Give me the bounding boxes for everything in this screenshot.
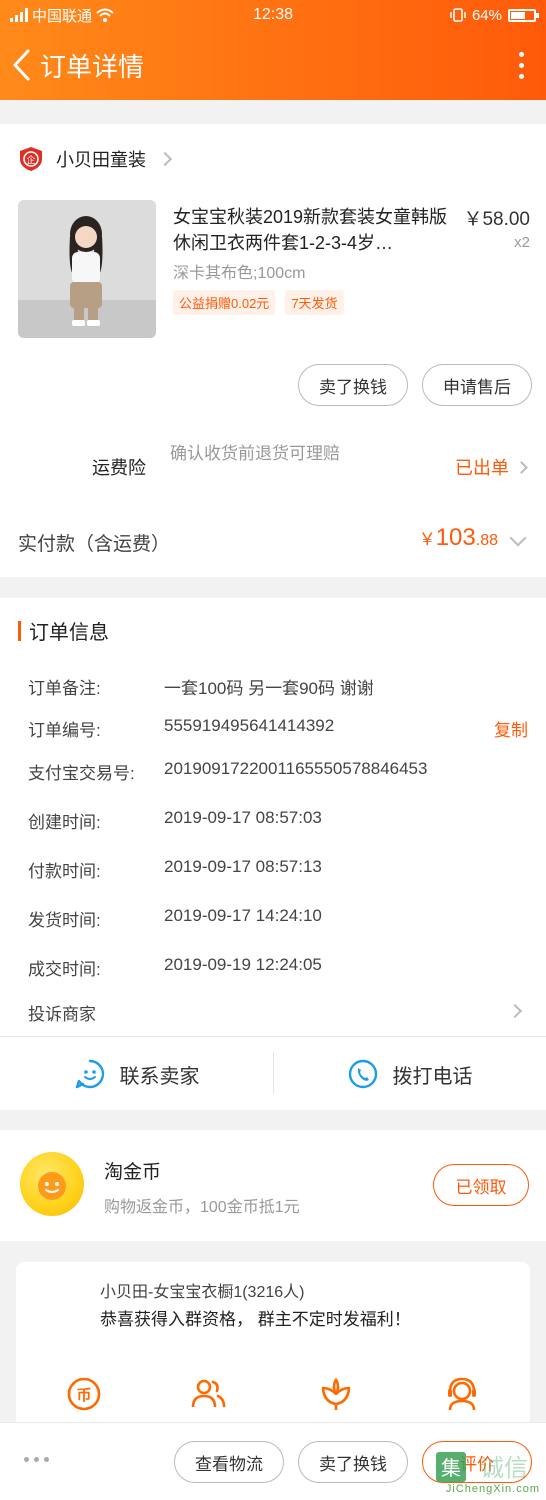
phone-icon — [348, 1059, 377, 1089]
chevron-down-icon[interactable] — [509, 529, 527, 547]
coins-desc: 购物返金币，100金币抵1元 — [104, 1199, 300, 1216]
product-title[interactable]: 女宝宝秋装2019新款套装女童韩版休闲卫衣两件套1-2-3-4岁… — [173, 204, 449, 256]
more-dots-icon[interactable] — [24, 1457, 49, 1462]
divider — [0, 1036, 546, 1037]
tag-shipping: 7天发货 — [285, 290, 344, 315]
product-quantity: x2 — [514, 234, 530, 251]
more-menu-icon[interactable] — [506, 45, 536, 85]
info-row-created: 创建时间: 2019-09-17 08:57:03 — [28, 808, 322, 832]
paid-amount: ￥103.88 — [418, 524, 498, 551]
svg-text:诚信: 诚信 — [480, 1454, 528, 1482]
page-title: 订单详情 — [40, 51, 145, 82]
svg-text:企: 企 — [26, 154, 35, 166]
product-sku: 深卡其布色;100cm — [173, 265, 306, 282]
coins-claimed-button[interactable]: 已领取 — [433, 1164, 529, 1206]
sell-for-cash-button[interactable]: 卖了换钱 — [298, 364, 408, 406]
product-tags: 公益捐赠0.02元 7天发货 — [173, 290, 344, 315]
view-logistics-button[interactable]: 查看物流 — [174, 1441, 284, 1483]
insurance-label: 运费险 — [92, 458, 146, 478]
chat-smile-icon — [75, 1059, 104, 1089]
copy-button[interactable]: 复制 — [494, 716, 528, 741]
after-sales-button[interactable]: 申请售后 — [422, 364, 532, 406]
people-icon[interactable] — [188, 1374, 228, 1414]
service-icon[interactable] — [442, 1374, 482, 1414]
watermark-text: JiChengXin.com — [445, 1483, 540, 1495]
flower-icon[interactable] — [316, 1374, 356, 1414]
status-time: 12:38 — [252, 6, 294, 23]
call-phone-label: 拨打电话 — [392, 1065, 473, 1088]
insurance-status-text: 已出单 — [455, 458, 509, 478]
info-row-remark: 订单备注: 一套100码 另一套90码 谢谢 — [28, 679, 374, 698]
paid-label: 实付款（含运费） — [18, 534, 171, 555]
group-name: 小贝田-女宝宝衣橱1(3216人) — [100, 1284, 305, 1301]
info-row-alipay-number: 支付宝交易号: 2019091722001165550578846453 — [28, 759, 428, 783]
insurance-desc: 确认收货前退货可理赔 — [170, 444, 340, 463]
chevron-right-icon — [507, 1003, 523, 1019]
order-info-card: 订单信息 订单备注: 一套100码 另一套90码 谢谢 订单编号: 555919… — [0, 598, 546, 1110]
insurance-status[interactable]: 已出单 — [455, 454, 528, 480]
chevron-right-icon — [157, 151, 173, 167]
shop-name[interactable]: 小贝田童装 — [56, 146, 146, 172]
sell-for-cash-button[interactable]: 卖了换钱 — [298, 1441, 408, 1483]
header: 中国联通 12:38 64% 订单详情 — [0, 0, 546, 100]
svg-text:集: 集 — [441, 1456, 461, 1480]
svg-text:币: 币 — [76, 1386, 91, 1404]
product-price: ￥58.00 — [463, 209, 530, 230]
shop-badge-icon: 企 — [20, 147, 42, 171]
taojinbi-coin-icon — [20, 1152, 84, 1216]
coins-title: 淘金币 — [104, 1162, 162, 1183]
product-card: 企 小贝田童装 女宝宝秋装2019新款套装女童韩版休闲卫衣两件套1-2-3-4岁… — [0, 124, 546, 577]
product-thumbnail[interactable] — [18, 200, 156, 338]
back-icon[interactable] — [10, 45, 38, 85]
info-row-completed: 成交时间: 2019-09-19 12:24:05 — [28, 955, 322, 979]
battery-icon — [508, 8, 539, 22]
contact-seller-label: 联系卖家 — [119, 1065, 200, 1088]
group-message: 恭喜获得入群资格， 群主不定时发福利！ — [100, 1310, 411, 1329]
chevron-right-icon — [515, 460, 528, 474]
info-row-shipped: 发货时间: 2019-09-17 14:24:10 — [28, 906, 322, 930]
shop-row[interactable]: 企 小贝田童装 — [18, 146, 173, 172]
contact-seller-button[interactable]: 联系卖家 — [0, 1038, 273, 1110]
order-info-title: 订单信息 — [18, 616, 109, 645]
status-bar: 中国联通 12:38 64% — [0, 0, 546, 30]
nav-bar: 订单详情 — [0, 30, 546, 100]
info-row-order-number: 订单编号: 555919495641414392 — [28, 716, 335, 740]
coin-icon[interactable]: 币 — [64, 1374, 104, 1414]
tag-charity: 公益捐赠0.02元 — [173, 290, 276, 315]
call-phone-button[interactable]: 拨打电话 — [273, 1038, 546, 1110]
complain-merchant-link[interactable]: 投诉商家 — [28, 1000, 96, 1025]
info-row-paid: 付款时间: 2019-09-17 08:57:13 — [28, 857, 322, 881]
